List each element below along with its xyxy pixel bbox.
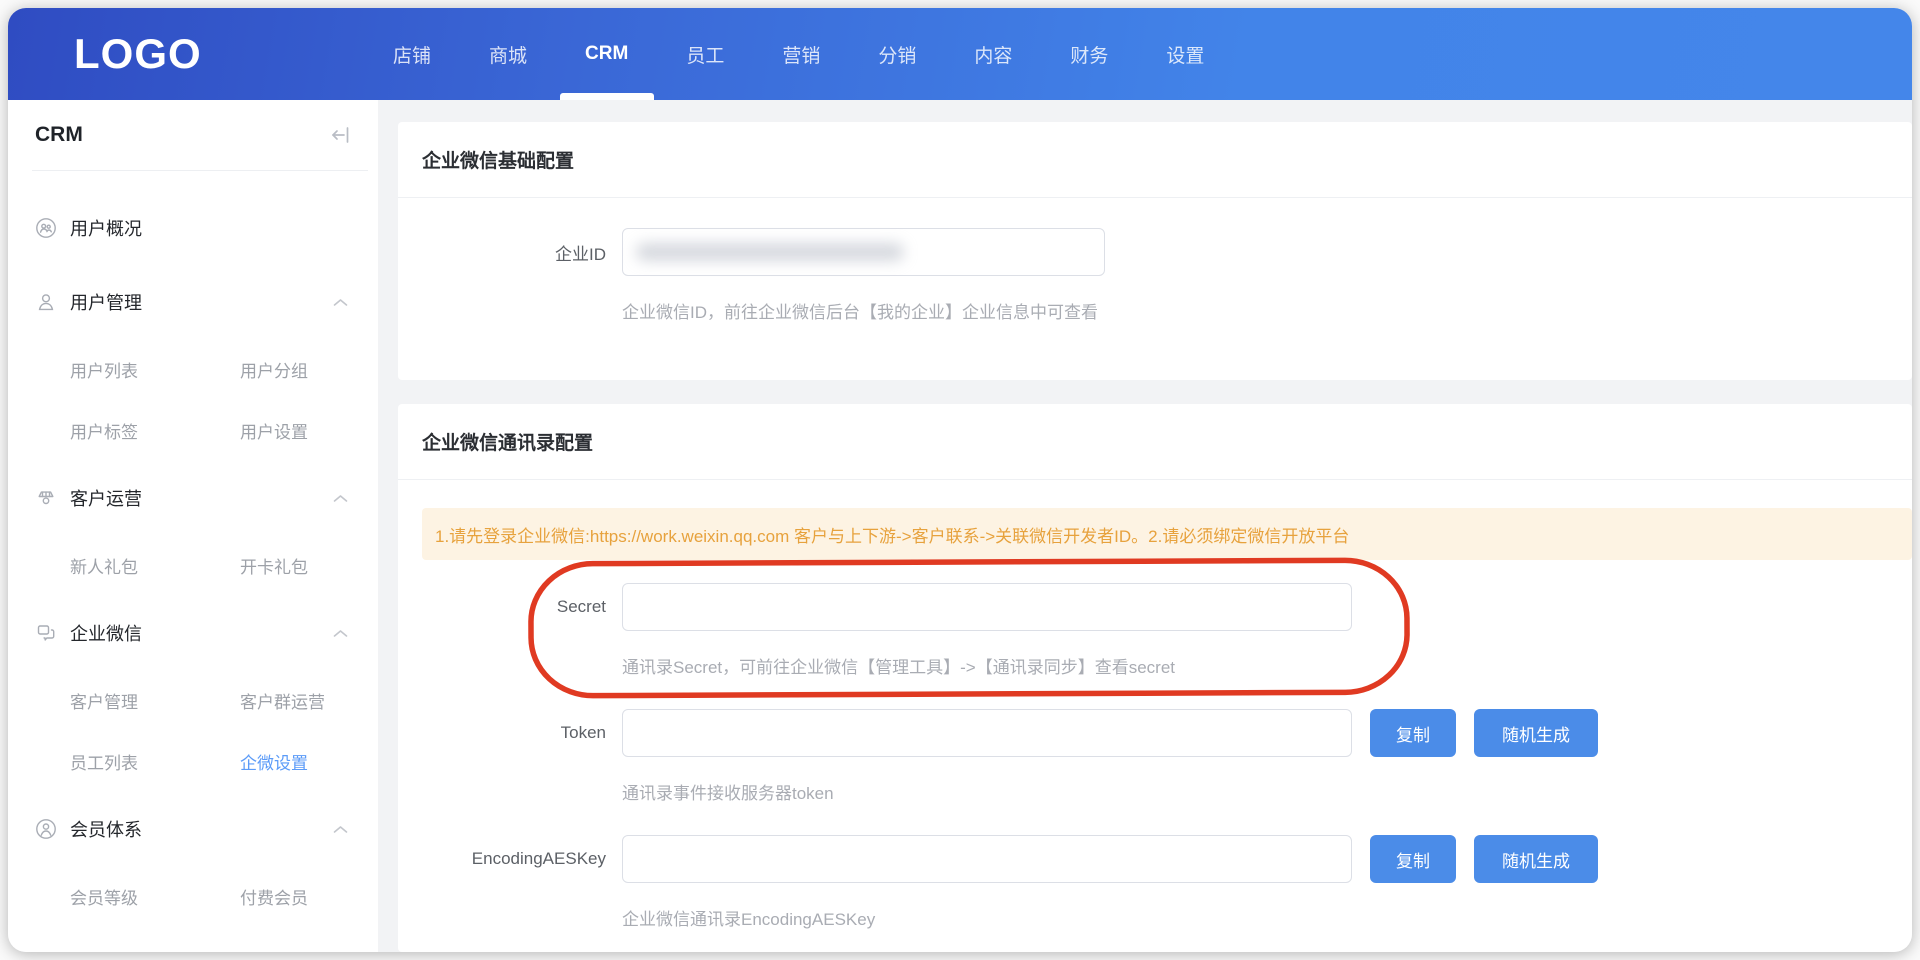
sidebar-subrow: 会员等级 付费会员: [8, 866, 378, 927]
collapse-sidebar-icon[interactable]: [328, 123, 352, 147]
sidebar-item-user-tag[interactable]: 用户标签: [70, 418, 240, 443]
sidebar-subrow: 用户列表 用户分组: [8, 339, 378, 400]
sidebar-item-user-group[interactable]: 用户分组: [240, 357, 378, 382]
sidebar-subrow: 用户标签 用户设置: [8, 400, 378, 461]
sidebar-item-label: 用户管理: [70, 289, 142, 315]
chevron-up-icon: [333, 629, 348, 638]
sidebar-title: CRM: [35, 123, 83, 147]
corp-id-input-wrap: [622, 228, 1105, 276]
nav-item-marketing[interactable]: 营销: [753, 8, 849, 100]
sidebar-item-wecom-settings-active[interactable]: 企微设置: [240, 749, 378, 774]
nav-item-label: 营销: [782, 41, 820, 68]
logo[interactable]: LOGO: [74, 30, 324, 78]
sidebar-item-wecom[interactable]: 企业微信: [8, 596, 378, 670]
nav-item-settings[interactable]: 设置: [1137, 8, 1233, 100]
sidebar-item-user-management[interactable]: 用户管理: [8, 265, 378, 339]
nav-item-shop[interactable]: 店铺: [364, 8, 460, 100]
nav-item-finance[interactable]: 财务: [1041, 8, 1137, 100]
sidebar-item-customer-management[interactable]: 客户管理: [70, 688, 240, 713]
sidebar-item-newcomer-pack[interactable]: 新人礼包: [70, 553, 240, 578]
sidebar-item-label: 用户概况: [70, 215, 142, 241]
secret-input[interactable]: [622, 583, 1352, 631]
nav-item-distribution[interactable]: 分销: [849, 8, 945, 100]
sidebar-subrow: 客户管理 客户群运营: [8, 670, 378, 731]
sidebar-subrow: 员工列表 企微设置: [8, 731, 378, 792]
token-label: Token: [398, 723, 622, 743]
sidebar-item-label: 会员体系: [70, 816, 142, 842]
corp-id-input[interactable]: [622, 228, 1105, 276]
aes-key-random-generate-button[interactable]: 随机生成: [1474, 835, 1598, 883]
sidebar-item-paid-member[interactable]: 付费会员: [240, 884, 378, 909]
app-window: LOGO 店铺 商城 CRM 员工 营销 分销 内容 财务 设置 CRM: [8, 8, 1912, 952]
nav-item-content[interactable]: 内容: [945, 8, 1041, 100]
member-icon: [35, 818, 57, 840]
token-copy-button[interactable]: 复制: [1370, 709, 1456, 757]
nav-item-label: 分销: [878, 41, 916, 68]
basic-config-card: 企业微信基础配置 企业ID 企业微信ID，前往企业微信后台【我的企业】企业信息中…: [398, 122, 1912, 380]
nav-item-label: 内容: [974, 41, 1012, 68]
aes-key-label: EncodingAESKey: [398, 849, 622, 869]
sidebar-item-member-level[interactable]: 会员等级: [70, 884, 240, 909]
nav-item-label: 财务: [1070, 41, 1108, 68]
nav-item-label: 员工: [686, 41, 724, 68]
nav-item-label: CRM: [585, 43, 628, 65]
sidebar-item-staff-list[interactable]: 员工列表: [70, 749, 240, 774]
warning-banner: 1.请先登录企业微信:https://work.weixin.qq.com 客户…: [422, 508, 1912, 560]
sidebar-item-label: 企业微信: [70, 620, 142, 646]
sidebar-header: CRM: [8, 100, 378, 170]
chevron-up-icon: [333, 825, 348, 834]
sidebar: CRM 用户概况 用户管理: [8, 100, 378, 952]
sidebar-item-user-settings[interactable]: 用户设置: [240, 418, 378, 443]
aes-key-copy-button[interactable]: 复制: [1370, 835, 1456, 883]
top-nav: LOGO 店铺 商城 CRM 员工 营销 分销 内容 财务 设置: [8, 8, 1912, 100]
sidebar-menu: 用户概况 用户管理 用户列表 用户分组 用户标签: [8, 171, 378, 927]
secret-label: Secret: [398, 597, 622, 617]
sidebar-item-membership[interactable]: 会员体系: [8, 792, 378, 866]
section-title-basic: 企业微信基础配置: [398, 122, 1912, 198]
token-help: 通讯录事件接收服务器token: [622, 783, 1912, 805]
chevron-up-icon: [333, 298, 348, 307]
corp-id-row: 企业ID: [398, 228, 1912, 276]
aes-key-row: EncodingAESKey 复制 随机生成: [398, 835, 1912, 883]
contacts-config-card: 企业微信通讯录配置 1.请先登录企业微信:https://work.weixin…: [398, 404, 1912, 952]
nav-item-label: 商城: [489, 41, 527, 68]
nav-item-label: 设置: [1166, 41, 1204, 68]
gift-icon: [35, 487, 57, 509]
main-content: 企业微信基础配置 企业ID 企业微信ID，前往企业微信后台【我的企业】企业信息中…: [378, 100, 1912, 952]
nav-item-mall[interactable]: 商城: [460, 8, 556, 100]
corp-id-label: 企业ID: [398, 240, 622, 265]
token-input[interactable]: [622, 709, 1352, 757]
chat-bubbles-icon: [35, 622, 57, 644]
sidebar-item-customer-group-operation[interactable]: 客户群运营: [240, 688, 378, 713]
nav-item-crm[interactable]: CRM: [556, 8, 657, 100]
secret-help: 通讯录Secret，可前往企业微信【管理工具】->【通讯录同步】查看secret: [622, 657, 1912, 679]
section-title-contacts: 企业微信通讯录配置: [398, 404, 1912, 480]
sidebar-subrow: 新人礼包 开卡礼包: [8, 535, 378, 596]
chevron-up-icon: [333, 494, 348, 503]
users-circle-icon: [35, 217, 57, 239]
token-row: Token 复制 随机生成: [398, 709, 1912, 757]
aes-key-help: 企业微信通讯录EncodingAESKey: [622, 909, 1912, 931]
aes-key-input[interactable]: [622, 835, 1352, 883]
sidebar-item-label: 客户运营: [70, 485, 142, 511]
nav-items: 店铺 商城 CRM 员工 营销 分销 内容 财务 设置: [364, 8, 1233, 100]
sidebar-item-card-pack[interactable]: 开卡礼包: [240, 553, 378, 578]
token-random-generate-button[interactable]: 随机生成: [1474, 709, 1598, 757]
sidebar-item-user-list[interactable]: 用户列表: [70, 357, 240, 382]
nav-item-staff[interactable]: 员工: [657, 8, 753, 100]
user-icon: [35, 291, 57, 313]
sidebar-item-user-overview[interactable]: 用户概况: [8, 191, 378, 265]
active-tab-indicator: [560, 93, 654, 100]
secret-row: Secret: [398, 583, 1912, 631]
corp-id-help: 企业微信ID，前往企业微信后台【我的企业】企业信息中可查看: [622, 302, 1912, 324]
nav-item-label: 店铺: [393, 41, 431, 68]
sidebar-item-customer-operation[interactable]: 客户运营: [8, 461, 378, 535]
